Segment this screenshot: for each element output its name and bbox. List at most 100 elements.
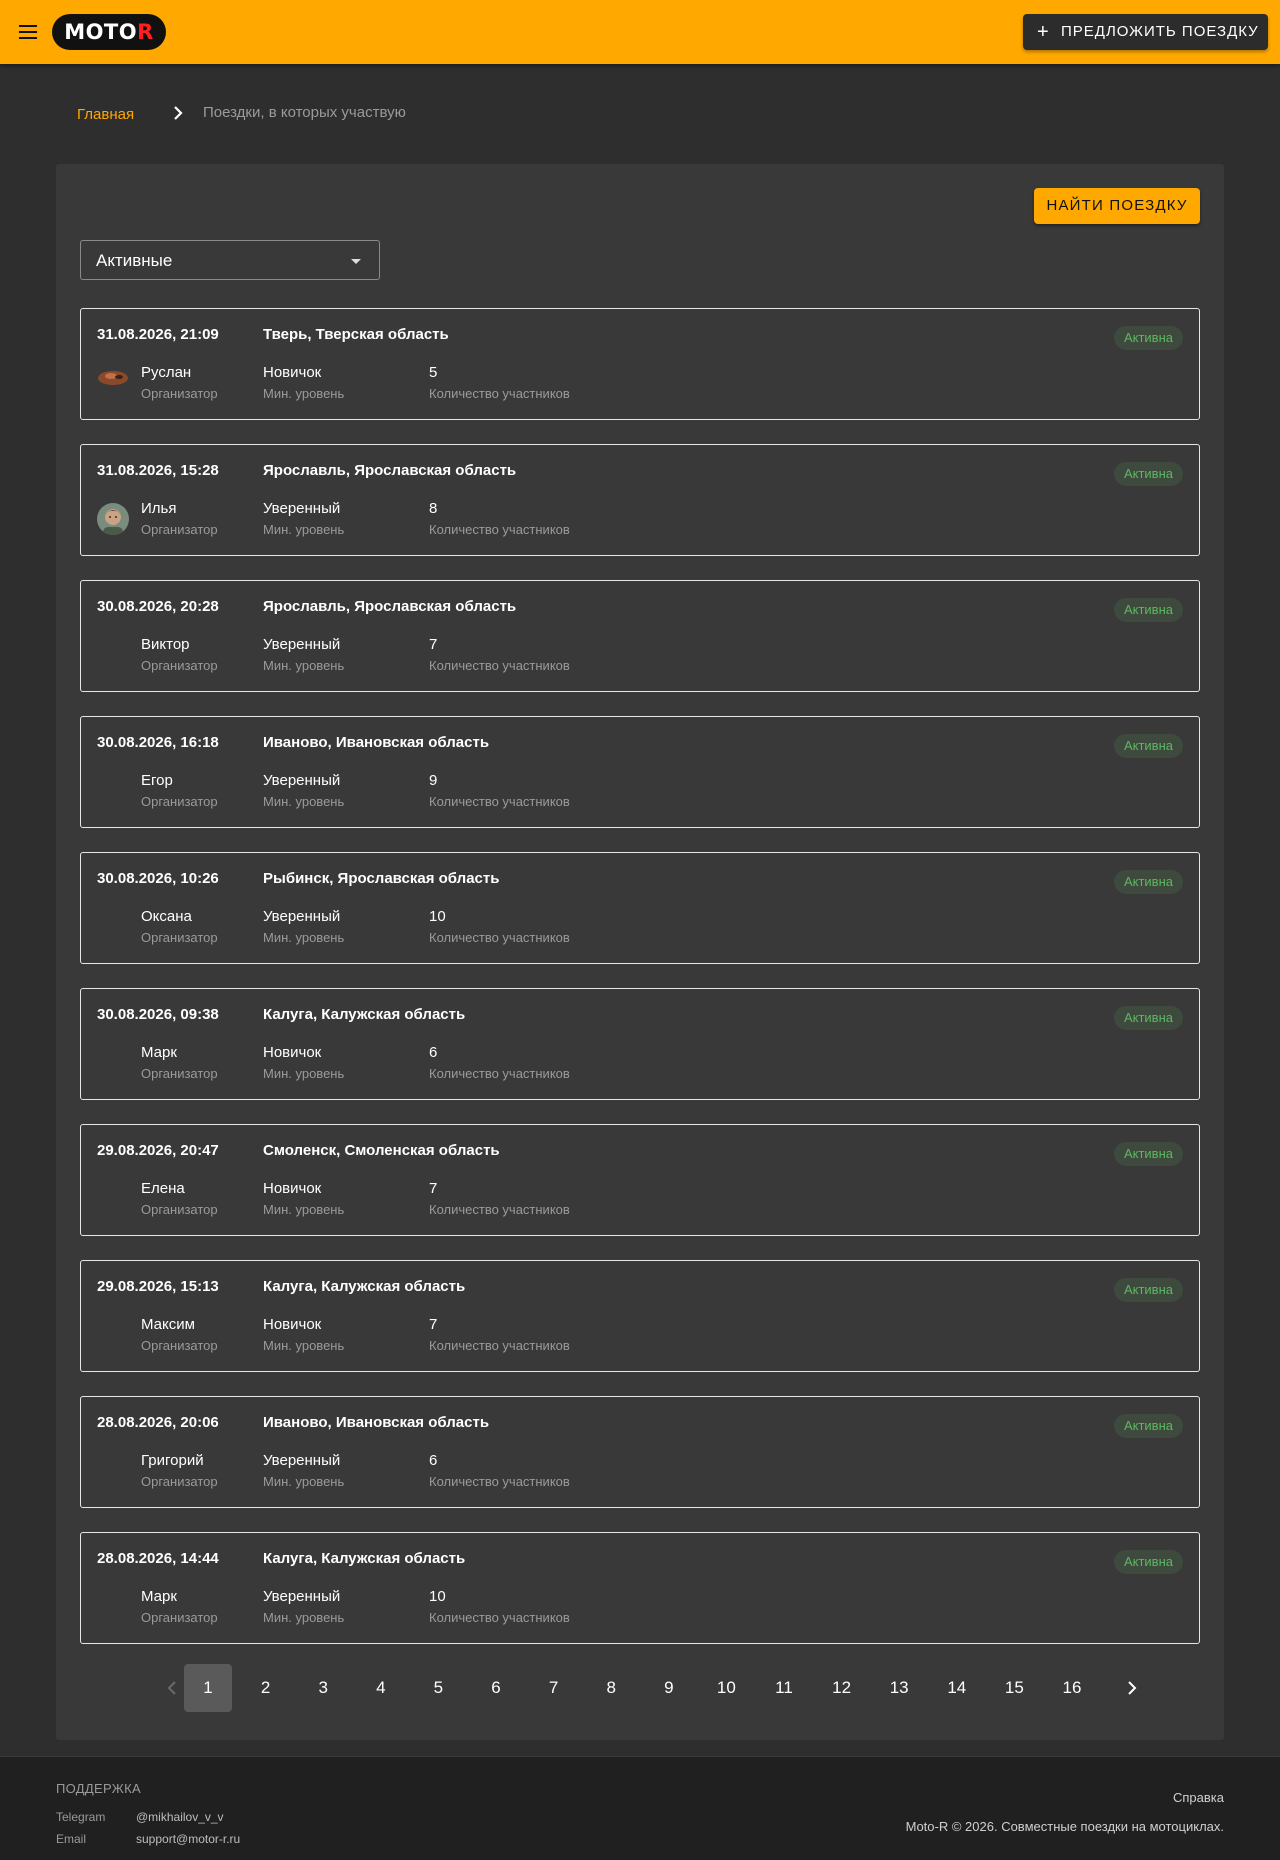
- page-button[interactable]: 12: [818, 1664, 866, 1712]
- min-level-caption: Мин. уровень: [263, 658, 345, 673]
- page-button[interactable]: 9: [645, 1664, 693, 1712]
- trip-date: 30.08.2026, 16:18: [97, 734, 219, 751]
- trip-place: Рыбинск, Ярославская область: [263, 870, 500, 887]
- logo[interactable]: MOTOR: [52, 14, 166, 50]
- email-link[interactable]: support@motor-r.ru: [136, 1832, 240, 1846]
- trip-card[interactable]: 31.08.2026, 15:28 Ярославль, Ярославская …: [80, 444, 1200, 556]
- telegram-label: Telegram: [56, 1810, 106, 1824]
- menu-icon[interactable]: [16, 20, 40, 44]
- page-button[interactable]: 13: [875, 1664, 923, 1712]
- trip-place: Ярославль, Ярославская область: [263, 598, 517, 615]
- page-button[interactable]: 4: [357, 1664, 405, 1712]
- min-level-caption: Мин. уровень: [263, 1202, 345, 1217]
- min-level-value: Уверенный: [263, 1452, 341, 1469]
- footer: ПОДДЕРЖКА Telegram @mikhailov_v_v Email …: [0, 1756, 1280, 1860]
- page-button[interactable]: 2: [242, 1664, 290, 1712]
- trip-place: Калуга, Калужская область: [263, 1550, 466, 1567]
- status-badge: Активна: [1113, 1142, 1183, 1166]
- participants-caption: Количество участников: [429, 1202, 570, 1217]
- trip-date: 31.08.2026, 21:09: [97, 326, 219, 343]
- page-button[interactable]: 10: [702, 1664, 750, 1712]
- page-button[interactable]: 8: [587, 1664, 635, 1712]
- trip-card[interactable]: 28.08.2026, 14:44 Калуга, Калужская облас…: [80, 1532, 1200, 1644]
- page-button[interactable]: 7: [530, 1664, 578, 1712]
- app-header: MOTOR + ПРЕДЛОЖИТЬ ПОЕЗДКУ: [0, 0, 1280, 64]
- chevron-right-icon[interactable]: [1108, 1664, 1156, 1712]
- min-level-value: Новичок: [263, 1316, 322, 1333]
- status-badge: Активна: [1113, 598, 1183, 622]
- trip-date: 29.08.2026, 20:47: [97, 1142, 219, 1159]
- organizer-name: Егор: [141, 772, 173, 789]
- logo-accent: R: [137, 20, 154, 44]
- organizer-caption: Организатор: [141, 794, 218, 809]
- page-button[interactable]: 6: [472, 1664, 520, 1712]
- trip-place: Иваново, Ивановская область: [263, 734, 490, 751]
- participants-caption: Количество участников: [429, 1474, 570, 1489]
- status-filter-select[interactable]: Активные: [80, 240, 380, 280]
- min-level-caption: Мин. уровень: [263, 1474, 345, 1489]
- status-badge: Активна: [1113, 1006, 1183, 1030]
- min-level-value: Уверенный: [263, 500, 341, 517]
- trip-card[interactable]: 30.08.2026, 16:18 Иваново, Ивановская обл…: [80, 716, 1200, 828]
- page-button[interactable]: 1: [184, 1664, 232, 1712]
- trip-card[interactable]: 30.08.2026, 10:26 Рыбинск, Ярославская об…: [80, 852, 1200, 964]
- participants-caption: Количество участников: [429, 658, 570, 673]
- status-badge: Активна: [1113, 734, 1183, 758]
- status-filter-value: Активные: [96, 251, 173, 270]
- telegram-link[interactable]: @mikhailov_v_v: [136, 1810, 224, 1824]
- page-button[interactable]: 16: [1048, 1664, 1096, 1712]
- page-button[interactable]: 15: [990, 1664, 1038, 1712]
- participants-count: 6: [429, 1044, 438, 1061]
- trip-place: Тверь, Тверская область: [263, 326, 449, 343]
- participants-count: 8: [429, 500, 438, 517]
- trip-card[interactable]: 29.08.2026, 15:13 Калуга, Калужская облас…: [80, 1260, 1200, 1372]
- page-button[interactable]: 11: [760, 1664, 808, 1712]
- organizer-name: Григорий: [141, 1452, 204, 1469]
- trip-place: Смоленск, Смоленская область: [263, 1142, 500, 1159]
- min-level-value: Уверенный: [263, 772, 341, 789]
- trip-card[interactable]: 28.08.2026, 20:06 Иваново, Ивановская обл…: [80, 1396, 1200, 1508]
- status-badge: Активна: [1113, 462, 1183, 486]
- dropdown-arrow-icon: [351, 259, 361, 264]
- organizer-name: Виктор: [141, 636, 190, 653]
- find-trip-button[interactable]: НАЙТИ ПОЕЗДКУ: [1034, 188, 1200, 224]
- plus-icon: +: [1037, 21, 1050, 43]
- pagination: 1 2 3 4 5 6 7 8 9 10 11 12 13 14 15 16: [56, 1664, 1224, 1712]
- trip-place: Калуга, Калужская область: [263, 1006, 466, 1023]
- trip-card[interactable]: 29.08.2026, 20:47 Смоленск, Смоленская об…: [80, 1124, 1200, 1236]
- status-badge: Активна: [1113, 326, 1183, 350]
- trip-card[interactable]: 31.08.2026, 21:09 Тверь, Тверская область…: [80, 308, 1200, 420]
- min-level-caption: Мин. уровень: [263, 930, 345, 945]
- trip-card[interactable]: 30.08.2026, 20:28 Ярославль, Ярославская …: [80, 580, 1200, 692]
- organizer-caption: Организатор: [141, 930, 218, 945]
- min-level-value: Новичок: [263, 364, 322, 381]
- min-level-caption: Мин. уровень: [263, 522, 345, 537]
- trip-place: Ярославль, Ярославская область: [263, 462, 517, 479]
- page-button[interactable]: 14: [933, 1664, 981, 1712]
- status-badge: Активна: [1113, 1414, 1183, 1438]
- min-level-value: Уверенный: [263, 908, 341, 925]
- status-badge: Активна: [1113, 1550, 1183, 1574]
- page-button[interactable]: 5: [414, 1664, 462, 1712]
- trip-date: 28.08.2026, 14:44: [97, 1550, 219, 1567]
- trip-date: 28.08.2026, 20:06: [97, 1414, 219, 1431]
- organizer-caption: Организатор: [141, 1610, 218, 1625]
- avatar: [97, 367, 129, 399]
- trip-card[interactable]: 30.08.2026, 09:38 Калуга, Калужская облас…: [80, 988, 1200, 1100]
- min-level-value: Уверенный: [263, 636, 341, 653]
- participants-caption: Количество участников: [429, 794, 570, 809]
- propose-trip-button[interactable]: + ПРЕДЛОЖИТЬ ПОЕЗДКУ: [1023, 14, 1268, 50]
- page-button[interactable]: 3: [299, 1664, 347, 1712]
- participants-count: 7: [429, 636, 438, 653]
- organizer-caption: Организатор: [141, 1066, 218, 1081]
- min-level-caption: Мин. уровень: [263, 794, 345, 809]
- help-link[interactable]: Справка: [1173, 1790, 1224, 1805]
- breadcrumb-home-link[interactable]: Главная: [77, 106, 134, 123]
- trip-place: Калуга, Калужская область: [263, 1278, 466, 1295]
- avatar: [97, 503, 129, 535]
- trip-date: 30.08.2026, 10:26: [97, 870, 219, 887]
- participants-count: 10: [429, 1588, 446, 1605]
- min-level-value: Уверенный: [263, 1588, 341, 1605]
- organizer-caption: Организатор: [141, 1338, 218, 1353]
- propose-trip-label: ПРЕДЛОЖИТЬ ПОЕЗДКУ: [1061, 23, 1259, 40]
